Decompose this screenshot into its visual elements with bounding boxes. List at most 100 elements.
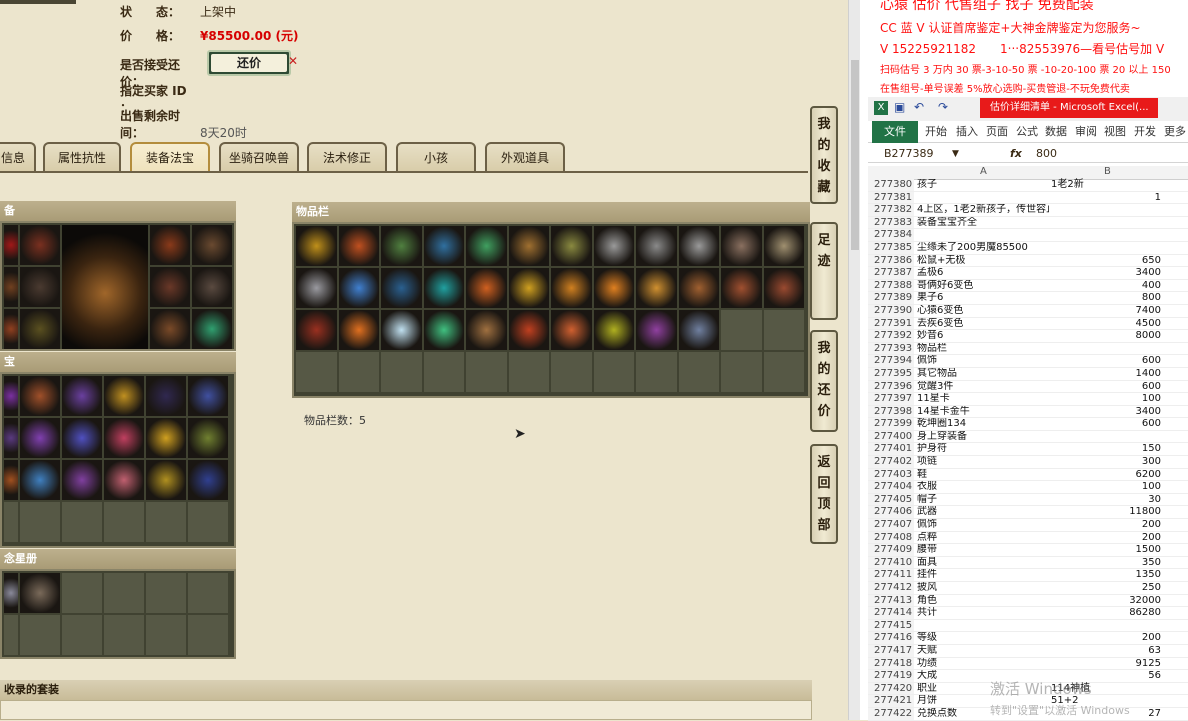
sheet-row[interactable]: 277388 哥俩好6变色 400	[868, 279, 1188, 293]
cell-a[interactable]: 腰带	[917, 544, 1049, 557]
cell-b[interactable]: 9125	[1051, 658, 1161, 671]
undo-icon[interactable]: ↶	[914, 100, 924, 114]
cell-b[interactable]: 1	[1051, 192, 1161, 205]
sheet-row[interactable]: 277393 物品栏	[868, 342, 1188, 356]
row-number[interactable]: 277382	[868, 204, 914, 216]
ribbon-tab[interactable]: 审阅	[1075, 121, 1097, 143]
equip-slot[interactable]	[20, 309, 60, 349]
sheet-row[interactable]: 277396 觉醒3件 600	[868, 380, 1188, 394]
row-number[interactable]: 277408	[868, 531, 914, 544]
equip-slot[interactable]	[4, 309, 18, 349]
cell-a[interactable]: 觉醒3件	[917, 381, 1049, 394]
row-number[interactable]: 277404	[868, 481, 914, 493]
cell-b[interactable]: 100	[1051, 481, 1161, 494]
row-number[interactable]: 277420	[868, 682, 914, 695]
cell-b[interactable]: 250	[1051, 582, 1161, 595]
sheet-row[interactable]: 277384	[868, 229, 1188, 242]
row-number[interactable]: 277414	[868, 607, 914, 619]
cell-a[interactable]: 果子6	[917, 292, 1049, 305]
name-box[interactable]: B277389	[884, 145, 934, 163]
row-number[interactable]: 277388	[868, 279, 914, 292]
sheet-row[interactable]: 277392 妙音6 8000	[868, 330, 1188, 343]
cell-a[interactable]: 护身符	[917, 443, 1049, 456]
sheet-row[interactable]: 277408 点粹 200	[868, 531, 1188, 545]
row-number[interactable]: 277405	[868, 493, 914, 506]
sheet-row[interactable]: 277386 松鼠+无极 650	[868, 254, 1188, 268]
sheet-row[interactable]: 277397 11星卡 100	[868, 393, 1188, 406]
row-number[interactable]: 277384	[868, 229, 914, 241]
sheet-row[interactable]: 277399 乾坤圈134 600	[868, 418, 1188, 431]
cell-a[interactable]: 帽子	[917, 494, 1049, 507]
equip-slot[interactable]	[20, 225, 60, 265]
cell-a[interactable]: 孟极6	[917, 267, 1049, 280]
cell-a[interactable]: 身上穿装备	[917, 431, 1049, 444]
sheet-row[interactable]: 277405 帽子 30	[868, 493, 1188, 507]
ribbon-tab[interactable]: 视图	[1104, 121, 1126, 143]
cell-b[interactable]: 600	[1051, 418, 1161, 431]
cell-b[interactable]: 3400	[1051, 406, 1161, 419]
cell-a[interactable]: 鞋	[917, 469, 1049, 482]
cell-b[interactable]: 600	[1051, 381, 1161, 394]
cell-a[interactable]: 妙音6	[917, 330, 1049, 343]
cell-b[interactable]: 1350	[1051, 569, 1161, 582]
cell-b[interactable]: 400	[1051, 280, 1161, 293]
row-number[interactable]: 277396	[868, 380, 914, 393]
equip-slot[interactable]	[150, 267, 190, 307]
cell-a[interactable]: 武器	[917, 506, 1049, 519]
cell-b[interactable]: 300	[1051, 456, 1161, 469]
cell-a[interactable]: 共计	[917, 607, 1049, 620]
redo-icon[interactable]: ↷	[938, 100, 948, 114]
sheet-row[interactable]: 277407 佩饰 200	[868, 519, 1188, 532]
ribbon-tab[interactable]: 页面	[986, 121, 1008, 143]
cell-b[interactable]: 63	[1051, 645, 1161, 658]
row-number[interactable]: 277411	[868, 569, 914, 581]
row-number[interactable]: 277406	[868, 506, 914, 519]
cell-a[interactable]: 心猿6变色	[917, 305, 1049, 318]
sheet-row[interactable]: 277380 孩子 1老2新	[868, 179, 1188, 192]
sheet-row[interactable]: 277389 果子6 800	[868, 292, 1188, 305]
equip-slot[interactable]	[192, 309, 232, 349]
sheet-row[interactable]: 277403 鞋 6200	[868, 468, 1188, 482]
row-number[interactable]: 277397	[868, 393, 914, 405]
cell-b[interactable]: 650	[1051, 255, 1161, 268]
row-number[interactable]: 277394	[868, 355, 914, 367]
cell-a[interactable]: 物品栏	[917, 343, 1049, 356]
cell-a[interactable]: 哥俩好6变色	[917, 280, 1049, 293]
row-number[interactable]: 277387	[868, 267, 914, 279]
function-icon[interactable]: fx	[1010, 145, 1022, 163]
equip-slot[interactable]	[150, 309, 190, 349]
row-number[interactable]: 277403	[868, 468, 914, 481]
cell-a[interactable]: 4上区，1老2新孩子，传世容止风克火平秒	[917, 204, 1049, 217]
cell-b[interactable]: 100	[1051, 393, 1161, 406]
equip-slot[interactable]	[150, 225, 190, 265]
sheet-row[interactable]: 277406 武器 11800	[868, 506, 1188, 520]
sheet-row[interactable]: 277410 面具 350	[868, 556, 1188, 570]
row-number[interactable]: 277383	[868, 216, 914, 229]
row-number[interactable]: 277393	[868, 342, 914, 355]
sheet-row[interactable]: 277411 挂件 1350	[868, 569, 1188, 582]
my-counter-offers-button[interactable]: 我的还价	[810, 330, 838, 432]
cell-a[interactable]: 14星卡金牛	[917, 406, 1049, 419]
row-number[interactable]: 277395	[868, 367, 914, 380]
cell-b[interactable]: 350	[1051, 557, 1161, 570]
row-number[interactable]: 277412	[868, 582, 914, 594]
row-number[interactable]: 277415	[868, 619, 914, 632]
sheet-row[interactable]: 277414 共计 86280	[868, 607, 1188, 620]
equip-slot[interactable]	[4, 225, 18, 265]
cell-a[interactable]: 天赋	[917, 645, 1049, 658]
sheet-row[interactable]: 277385 尘缘未了200男魔85500	[868, 241, 1188, 255]
ribbon-tab[interactable]: 开发	[1134, 121, 1156, 143]
column-b-header[interactable]: B	[1104, 166, 1111, 177]
sheet-row[interactable]: 277383 装备宝宝齐全	[868, 216, 1188, 230]
row-number[interactable]: 277421	[868, 695, 914, 707]
sheet-row[interactable]: 277417 天赋 63	[868, 644, 1188, 658]
tab-appearance[interactable]: 外观道具	[485, 142, 565, 172]
cell-a[interactable]: 面具	[917, 557, 1049, 570]
sheet-row[interactable]: 277418 功绩 9125	[868, 657, 1188, 671]
tab-info[interactable]: 信息	[0, 142, 36, 172]
page-scrollbar[interactable]	[848, 0, 860, 720]
cell-b[interactable]: 32000	[1051, 595, 1161, 608]
tab-attributes[interactable]: 属性抗性	[43, 142, 121, 172]
row-number[interactable]: 277402	[868, 456, 914, 468]
column-a-header[interactable]: A	[980, 166, 987, 177]
